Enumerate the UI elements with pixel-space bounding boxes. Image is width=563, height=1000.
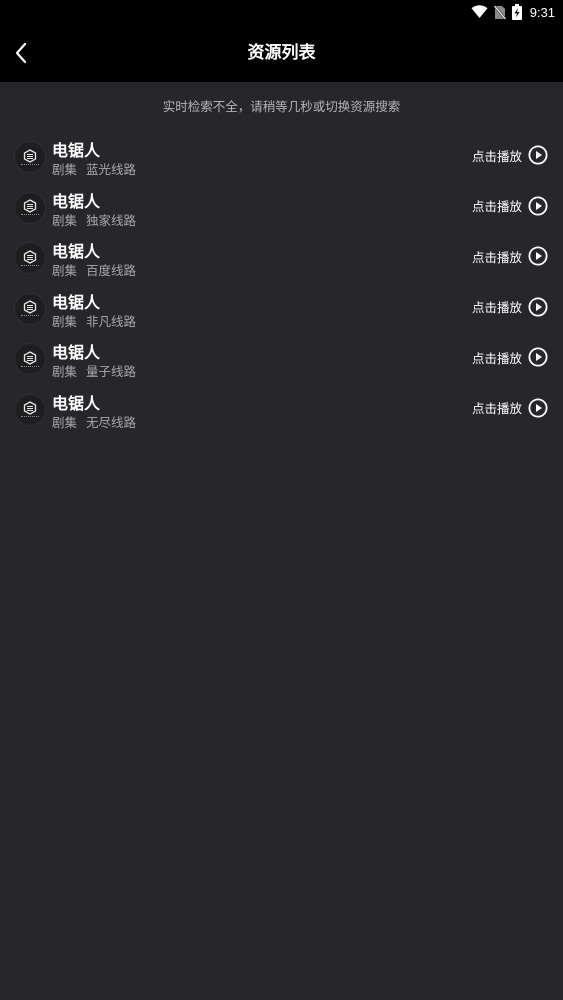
item-meta: 剧集 量子线路 [52,364,136,380]
logo-caption [21,315,39,317]
logo-caption [21,416,39,418]
logo-icon [23,249,37,264]
play-circle-icon [528,398,548,418]
item-title: 电锯人 [52,242,101,262]
logo-icon [23,351,37,365]
source-logo-avatar [15,293,45,324]
item-title: 电锯人 [52,141,101,160]
logo-icon [23,199,37,213]
item-source: 独家线路 [86,212,137,228]
play-label: 点击播放 [471,300,522,316]
play-circle-icon [528,297,548,317]
play-button[interactable]: 点击播放 [472,245,548,267]
chevron-left-icon [15,42,27,64]
search-notice: 实时检索不全，请稍等几秒或切换资源搜索 [162,99,401,114]
resource-list: 电锯人 剧集 蓝光线路 点击播放 电锯人 剧集 独家线路 点击播放 电锯人 剧集… [0,137,563,441]
item-title: 电锯人 [52,292,101,312]
play-circle-icon [528,145,548,165]
logo-icon [23,401,37,416]
play-label: 点击播放 [471,350,522,366]
play-button[interactable]: 点击播放 [472,397,548,419]
list-item[interactable]: 电锯人 剧集 蓝光线路 点击播放 [0,137,563,188]
list-item[interactable]: 电锯人 剧集 非凡线路 点击播放 [0,289,563,340]
play-label: 点击播放 [471,401,522,417]
item-category: 剧集 [52,263,78,279]
item-category: 剧集 [52,313,78,329]
status-icons: 9:31 [471,3,555,21]
top-bar: 资源列表 [0,24,563,82]
item-source: 无尽线路 [86,414,137,430]
play-circle-icon [528,347,548,367]
play-circle-icon [528,246,548,266]
logo-caption [21,163,39,166]
item-source: 量子线路 [86,364,137,380]
item-meta: 剧集 无尽线路 [52,415,136,431]
item-title: 电锯人 [52,393,101,413]
item-source: 非凡线路 [86,313,137,329]
list-item[interactable]: 电锯人 剧集 百度线路 点击播放 [0,238,563,289]
item-meta: 剧集 独家线路 [52,213,136,229]
item-source: 蓝光线路 [86,162,137,177]
item-title: 电锯人 [52,343,101,363]
logo-caption [21,214,39,216]
source-logo-avatar [15,243,45,274]
no-sim-icon [493,4,506,20]
item-source: 百度线路 [86,263,137,279]
source-logo-avatar [15,344,45,375]
status-time: 9:31 [529,4,555,20]
play-circle-icon [528,196,548,216]
item-meta: 剧集 百度线路 [52,263,136,279]
logo-caption [21,365,39,368]
source-logo-avatar [15,192,45,223]
list-item[interactable]: 电锯人 剧集 无尽线路 点击播放 [0,390,563,441]
status-bar: 9:31 [0,0,563,24]
list-item[interactable]: 电锯人 剧集 独家线路 点击播放 [0,188,563,239]
battery-charging-icon [511,4,522,20]
play-button[interactable]: 点击播放 [472,144,548,166]
wifi-icon [471,5,488,18]
back-button[interactable] [6,38,36,68]
item-title: 电锯人 [52,191,101,211]
page-title: 资源列表 [247,43,316,63]
play-label: 点击播放 [471,199,522,215]
item-meta: 剧集 非凡线路 [52,314,136,330]
play-button[interactable]: 点击播放 [472,195,548,217]
item-category: 剧集 [52,162,78,177]
item-category: 剧集 [52,364,78,380]
play-label: 点击播放 [471,148,522,164]
play-button[interactable]: 点击播放 [472,346,548,368]
logo-caption [21,264,39,267]
logo-icon [23,148,37,163]
item-meta: 剧集 蓝光线路 [52,162,136,178]
item-category: 剧集 [52,414,78,430]
play-button[interactable]: 点击播放 [472,296,548,318]
source-logo-avatar [15,394,45,425]
list-item[interactable]: 电锯人 剧集 量子线路 点击播放 [0,339,563,390]
logo-icon [23,300,37,315]
item-category: 剧集 [52,212,78,228]
play-label: 点击播放 [471,249,522,265]
source-logo-avatar [15,142,45,172]
